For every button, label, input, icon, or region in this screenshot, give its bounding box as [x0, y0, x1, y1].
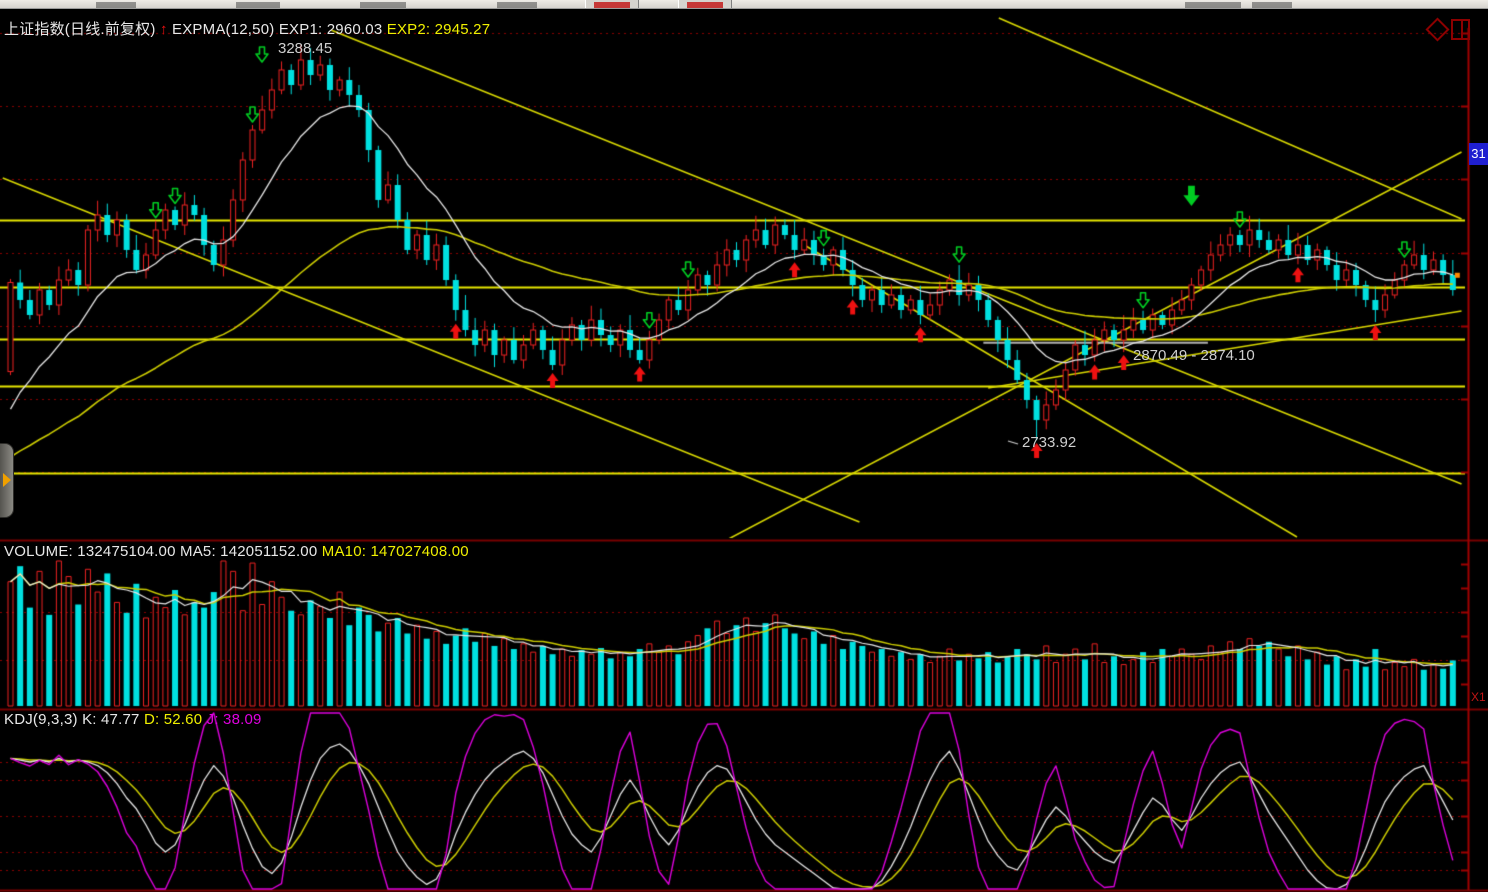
trough-price-annotation: 2733.92 [1022, 434, 1076, 451]
kdj-k-value: K: 47.77 [82, 711, 139, 728]
expand-left-panel-handle[interactable] [0, 443, 14, 518]
indicator-label[interactable]: EXPMA(12,50) [172, 21, 274, 38]
exp1-value: EXP1: 2960.03 [279, 21, 383, 38]
toolbar-item-stub[interactable] [497, 2, 537, 8]
price-volume-kdj-chart-canvas[interactable] [0, 0, 1488, 892]
toolbar-button-stub[interactable] [678, 0, 732, 8]
price-position-badge: 31 [1469, 143, 1488, 165]
volume-pane-header: VOLUME: 132475104.00 MA5: 142051152.00 M… [4, 543, 469, 560]
kdj-pane-header: KDJ(9,3,3) K: 47.77 D: 52.60 J: 38.09 [4, 711, 262, 728]
main-chart-header: 上证指数(日线.前复权) ↑ EXPMA(12,50) EXP1: 2960.0… [4, 18, 490, 39]
trading-terminal-window: 上证指数(日线.前复权) ↑ EXPMA(12,50) EXP1: 2960.0… [0, 0, 1488, 892]
kdj-j-value: J: 38.09 [207, 711, 262, 728]
peak-price-annotation: 3288.45 [278, 40, 332, 57]
volume-axis-scale-label: X1 [1471, 690, 1486, 704]
toolbar-item-stub[interactable] [1252, 2, 1292, 8]
range-price-annotation: 2870.49 - 2874.10 [1133, 347, 1255, 364]
toolbar-item-stub[interactable] [236, 2, 280, 8]
exp2-value: EXP2: 2945.27 [387, 21, 491, 38]
kdj-d-value: D: 52.60 [144, 711, 202, 728]
toolbar-item-stub[interactable] [96, 2, 136, 8]
chevron-right-icon [3, 473, 11, 487]
volume-ma10-value: MA10: 147027408.00 [322, 543, 469, 560]
split-window-icon[interactable] [1451, 19, 1470, 40]
volume-value: VOLUME: 132475104.00 [4, 543, 176, 560]
toolbar-item-stub[interactable] [360, 2, 406, 8]
toolbar-button-stub[interactable] [585, 0, 639, 8]
symbol-title: 上证指数(日线.前复权) [4, 21, 156, 38]
toolbar-item-stub[interactable] [1185, 2, 1241, 8]
buy-signal-arrow-icon: ↑ [160, 21, 168, 38]
top-toolbar-clipped[interactable] [0, 0, 1488, 9]
volume-ma5-value: MA5: 142051152.00 [180, 543, 317, 560]
kdj-label[interactable]: KDJ(9,3,3) [4, 711, 78, 728]
